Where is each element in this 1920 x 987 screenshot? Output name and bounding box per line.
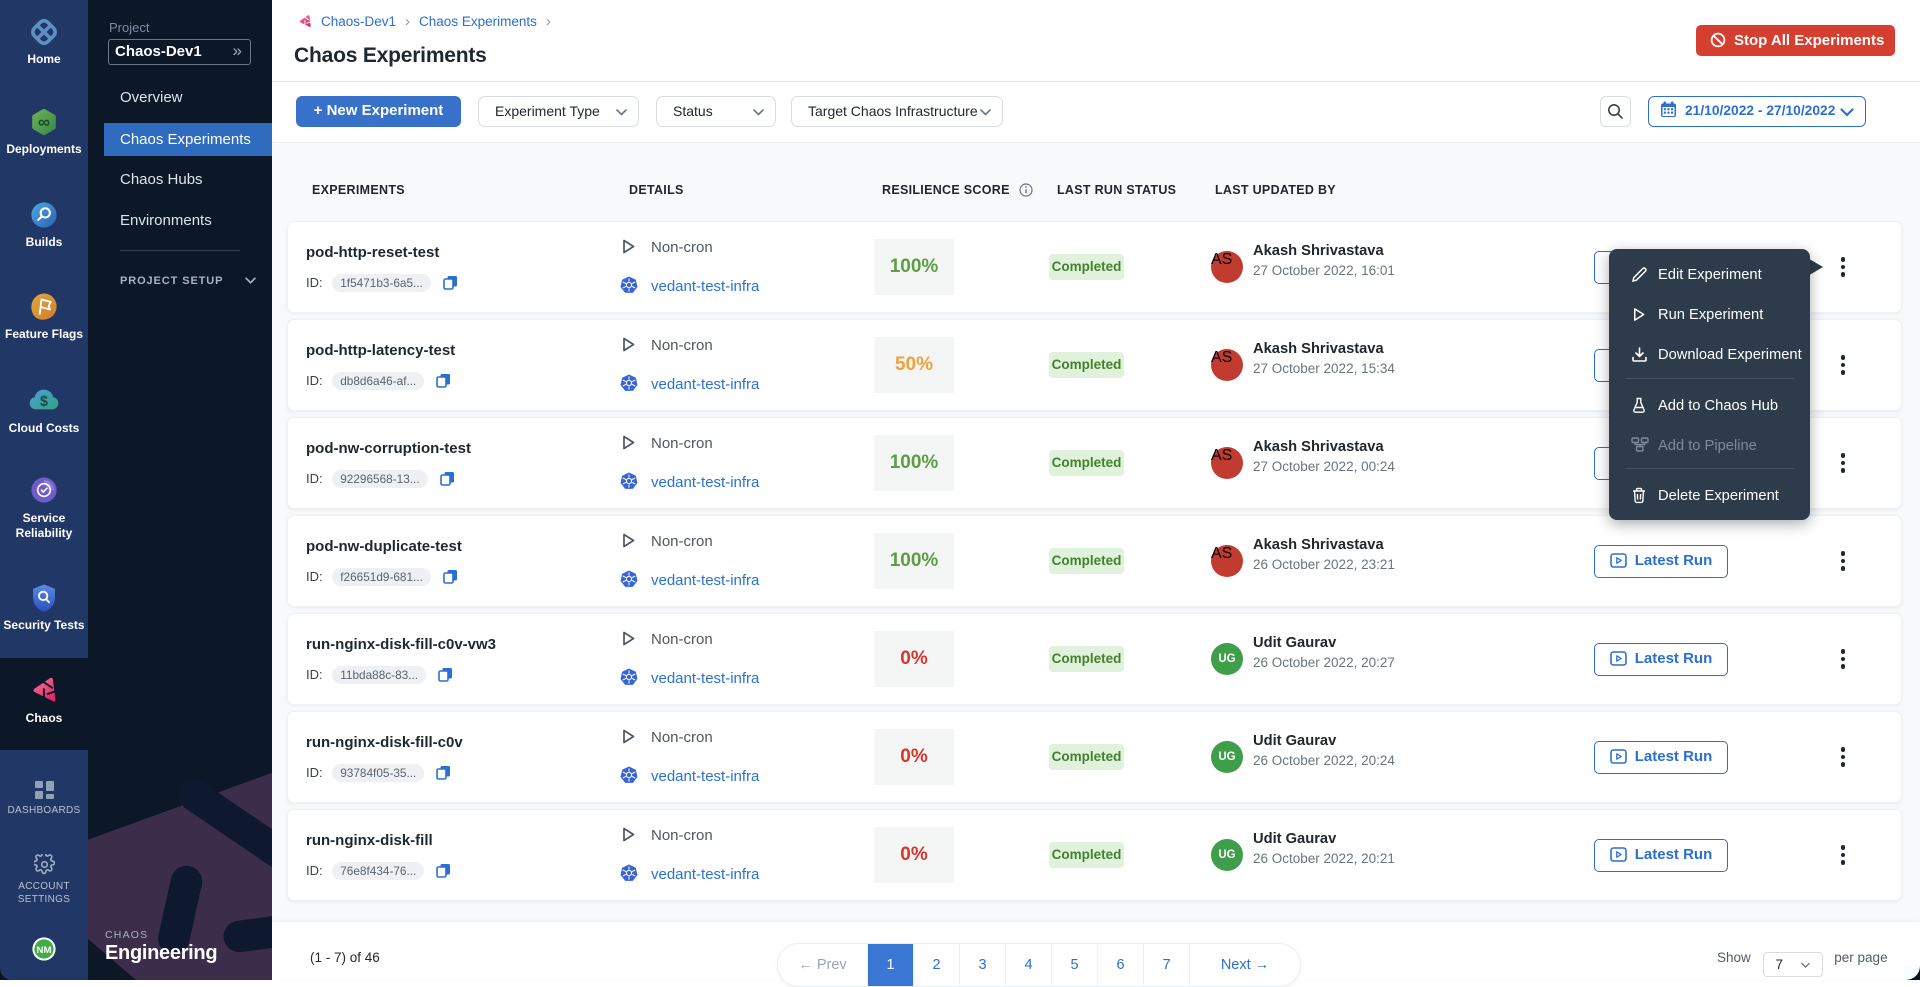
svg-text:NM: NM [37,945,52,956]
svg-text:∞: ∞ [38,112,50,131]
svg-text:$: $ [40,394,48,410]
